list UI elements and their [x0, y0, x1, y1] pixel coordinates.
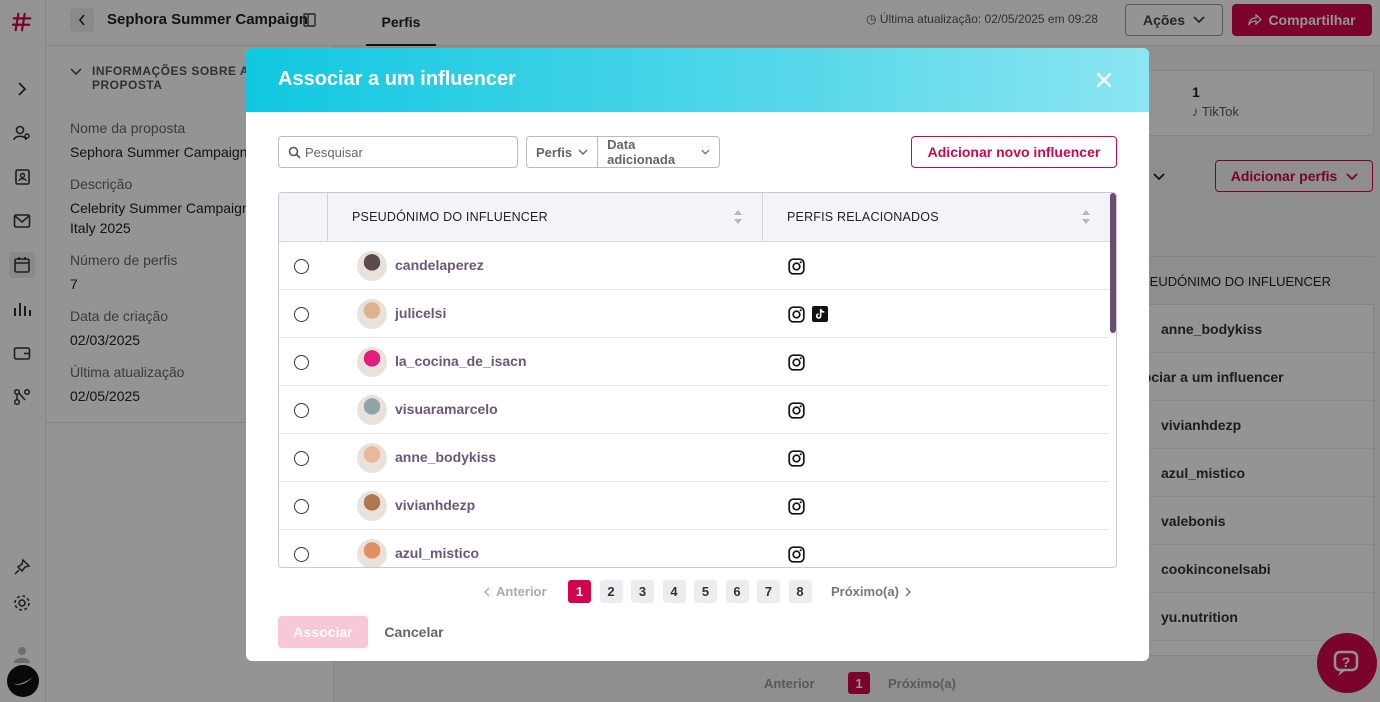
influencers-table: PSEUDÓNIMO DO INFLUENCER PERFIS RELACION… [278, 192, 1117, 568]
page-button[interactable]: 6 [725, 580, 749, 603]
page-button[interactable]: 5 [694, 580, 717, 603]
page-button[interactable]: 1 [568, 580, 591, 603]
instagram-icon[interactable] [787, 545, 805, 563]
add-new-influencer-button[interactable]: Adicionar novo influencer [911, 136, 1117, 168]
instagram-icon[interactable] [787, 401, 805, 419]
table-row[interactable]: vivianhdezp [279, 482, 1109, 530]
previous-page-button[interactable]: Anterior [484, 584, 547, 599]
close-button[interactable] [1092, 68, 1116, 92]
influencer-username[interactable]: julicelsi [395, 305, 446, 321]
select-radio[interactable] [294, 259, 309, 274]
pagination: Anterior 12345678 Próximo(a) [246, 580, 1149, 604]
page-button[interactable]: 2 [599, 580, 623, 603]
tiktok-icon[interactable] [811, 305, 829, 323]
modal-header: Associar a um influencer [246, 48, 1149, 112]
table-row[interactable]: la_cocina_de_isacn [279, 338, 1109, 386]
table-row[interactable]: visuaramarcelo [279, 386, 1109, 434]
modal-title: Associar a um influencer [278, 68, 516, 90]
search-field[interactable] [278, 136, 518, 168]
instagram-icon[interactable] [787, 305, 805, 323]
column-divider [762, 193, 763, 241]
page-button[interactable]: 8 [788, 580, 812, 603]
instagram-icon[interactable] [787, 449, 805, 467]
chevron-left-icon [484, 587, 490, 596]
avatar [357, 395, 387, 425]
instagram-icon[interactable] [787, 257, 805, 275]
chevron-right-icon [905, 587, 911, 596]
column-divider [327, 193, 328, 241]
sort-icon[interactable] [732, 207, 744, 227]
influencer-username[interactable]: candelaperez [395, 257, 484, 273]
select-radio[interactable] [294, 499, 309, 514]
search-icon [288, 146, 301, 159]
search-input[interactable] [305, 143, 505, 161]
influencer-username[interactable]: visuaramarcelo [395, 401, 498, 417]
influencer-username[interactable]: azul_mistico [395, 545, 479, 561]
select-radio[interactable] [294, 403, 309, 418]
avatar [357, 443, 387, 473]
select-radio[interactable] [294, 307, 309, 322]
profiles-filter-dropdown[interactable]: Perfis [527, 137, 597, 167]
next-page-label: Próximo(a) [831, 584, 899, 599]
page-button[interactable]: 3 [631, 580, 654, 603]
table-header: PSEUDÓNIMO DO INFLUENCER PERFIS RELACION… [279, 193, 1116, 242]
associate-button[interactable]: Associar [278, 616, 368, 648]
influencer-username[interactable]: la_cocina_de_isacn [395, 353, 527, 369]
table-row[interactable]: julicelsi [279, 290, 1109, 338]
sort-icon[interactable] [1080, 207, 1092, 227]
profiles-column-header: PERFIS RELACIONADOS [787, 210, 939, 224]
chevron-down-icon [701, 149, 710, 155]
avatar [357, 347, 387, 377]
influencer-username[interactable]: anne_bodykiss [395, 449, 496, 465]
avatar [357, 491, 387, 521]
date-filter-dropdown[interactable]: Data adicionada [597, 137, 719, 167]
next-page-button[interactable]: Próximo(a) [831, 584, 911, 599]
pseudonym-column-header: PSEUDÓNIMO DO INFLUENCER [352, 210, 548, 224]
instagram-icon[interactable] [787, 497, 805, 515]
influencer-username[interactable]: vivianhdezp [395, 497, 475, 513]
chevron-down-icon [578, 149, 588, 155]
select-radio[interactable] [294, 547, 309, 562]
table-row[interactable]: candelaperez [279, 242, 1109, 290]
filter-group: Perfis Data adicionada [526, 136, 720, 168]
table-row[interactable]: anne_bodykiss [279, 434, 1109, 482]
date-filter-label: Data adicionada [607, 137, 676, 167]
previous-page-label: Anterior [496, 584, 547, 599]
page-button[interactable]: 4 [662, 580, 686, 603]
profiles-filter-label: Perfis [536, 144, 573, 160]
table-row[interactable]: azul_mistico [279, 530, 1109, 567]
avatar [357, 299, 387, 329]
avatar [357, 251, 387, 281]
close-icon [1096, 72, 1112, 88]
cancel-button[interactable]: Cancelar [376, 616, 452, 648]
instagram-icon[interactable] [787, 353, 805, 371]
table-scrollbar[interactable] [1110, 193, 1116, 333]
page-button[interactable]: 7 [757, 580, 780, 603]
avatar [357, 539, 387, 567]
select-radio[interactable] [294, 355, 309, 370]
select-radio[interactable] [294, 451, 309, 466]
associate-influencer-modal: Associar a um influencer Perfis Data adi… [246, 48, 1149, 661]
